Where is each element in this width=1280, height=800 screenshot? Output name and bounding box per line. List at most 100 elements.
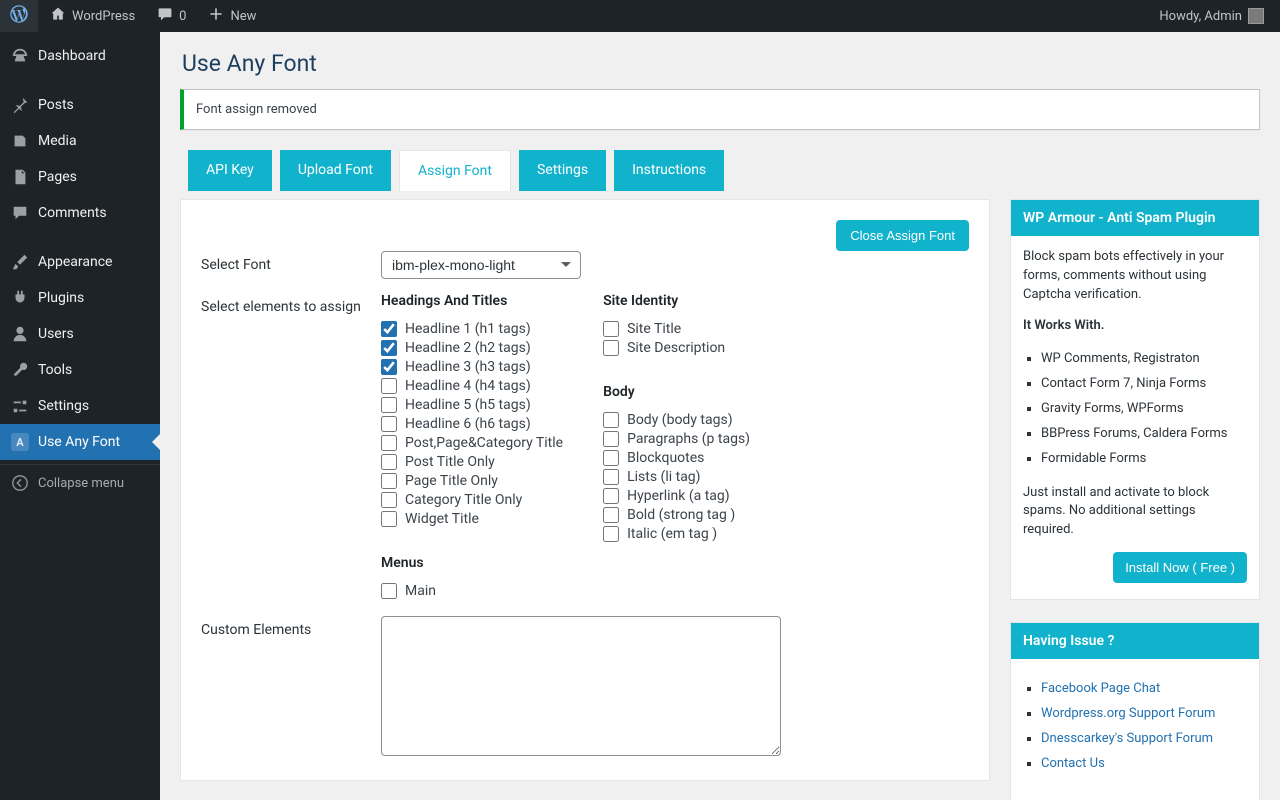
sidebar-collapse[interactable]: Collapse menu bbox=[0, 464, 160, 501]
works-with-item: Formidable Forms bbox=[1041, 447, 1247, 472]
label: Pages bbox=[38, 169, 77, 185]
label: Use Any Font bbox=[38, 434, 120, 450]
body-item[interactable]: Lists (li tag) bbox=[603, 469, 750, 485]
tab-settings[interactable]: Settings bbox=[519, 150, 606, 191]
headings-item[interactable]: Headline 2 (h2 tags) bbox=[381, 340, 563, 356]
group-title: Menus bbox=[381, 555, 563, 571]
sidebar-item-pages[interactable]: Pages bbox=[0, 159, 160, 195]
account-link[interactable]: Howdy, Admin bbox=[1159, 8, 1272, 24]
body-checkbox[interactable] bbox=[603, 412, 619, 428]
support-link[interactable]: Contact Us bbox=[1041, 756, 1105, 771]
admin-bar: WordPress 0 New Howdy, Admin bbox=[0, 0, 1280, 32]
headings-item[interactable]: Headline 3 (h3 tags) bbox=[381, 359, 563, 375]
sidebar-item-comments[interactable]: Comments bbox=[0, 195, 160, 231]
separator bbox=[0, 235, 160, 240]
body-label: Italic (em tag ) bbox=[627, 526, 717, 542]
label: Users bbox=[38, 326, 74, 342]
body-label: Blockquotes bbox=[627, 450, 704, 466]
body-checkbox[interactable] bbox=[603, 431, 619, 447]
headings-item[interactable]: Page Title Only bbox=[381, 473, 563, 489]
headings-item[interactable]: Category Title Only bbox=[381, 492, 563, 508]
body-label: Hyperlink (a tag) bbox=[627, 488, 730, 504]
sidebar-item-use-any-font[interactable]: A Use Any Font bbox=[0, 424, 160, 460]
headings-checkbox[interactable] bbox=[381, 473, 397, 489]
sidebar-item-media[interactable]: Media bbox=[0, 123, 160, 159]
support-link[interactable]: Dnesscarkey's Support Forum bbox=[1041, 731, 1213, 746]
identity-label: Site Title bbox=[627, 321, 681, 337]
sidebar-item-settings[interactable]: Settings bbox=[0, 388, 160, 424]
sidebar-item-appearance[interactable]: Appearance bbox=[0, 244, 160, 280]
tab-assign-font[interactable]: Assign Font bbox=[399, 150, 511, 191]
comments-count: 0 bbox=[179, 9, 186, 24]
headings-checkbox[interactable] bbox=[381, 454, 397, 470]
body-item[interactable]: Hyperlink (a tag) bbox=[603, 488, 750, 504]
headings-label: Headline 2 (h2 tags) bbox=[405, 340, 531, 356]
tab-api-key[interactable]: API Key bbox=[188, 150, 272, 191]
body-checkbox[interactable] bbox=[603, 469, 619, 485]
tab-instructions[interactable]: Instructions bbox=[614, 150, 724, 191]
headings-checkbox[interactable] bbox=[381, 492, 397, 508]
tab-upload-font[interactable]: Upload Font bbox=[280, 150, 391, 191]
headings-label: Headline 6 (h6 tags) bbox=[405, 416, 531, 432]
headings-checkbox[interactable] bbox=[381, 397, 397, 413]
font-select[interactable]: ibm-plex-mono-light bbox=[381, 251, 581, 279]
body-checkbox[interactable] bbox=[603, 488, 619, 504]
headings-item[interactable]: Headline 6 (h6 tags) bbox=[381, 416, 563, 432]
headings-checkbox[interactable] bbox=[381, 359, 397, 375]
identity-checkbox[interactable] bbox=[603, 340, 619, 356]
headings-item[interactable]: Post Title Only bbox=[381, 454, 563, 470]
new-label: New bbox=[230, 9, 256, 24]
support-link[interactable]: Wordpress.org Support Forum bbox=[1041, 706, 1215, 721]
plus-icon bbox=[208, 6, 224, 26]
support-link[interactable]: Facebook Page Chat bbox=[1041, 681, 1160, 696]
body-item[interactable]: Body (body tags) bbox=[603, 412, 750, 428]
sidebar-item-users[interactable]: Users bbox=[0, 316, 160, 352]
body-checkbox[interactable] bbox=[603, 526, 619, 542]
support-list-item: Facebook Page Chat bbox=[1041, 677, 1247, 702]
headings-item[interactable]: Headline 1 (h1 tags) bbox=[381, 321, 563, 337]
headings-checkbox[interactable] bbox=[381, 511, 397, 527]
sidebox-outro: Just install and activate to block spams… bbox=[1023, 484, 1247, 541]
identity-checkbox[interactable] bbox=[603, 321, 619, 337]
headings-item[interactable]: Headline 4 (h4 tags) bbox=[381, 378, 563, 394]
body-item[interactable]: Bold (strong tag ) bbox=[603, 507, 750, 523]
menus-checkbox[interactable] bbox=[381, 583, 397, 599]
sidebar-item-tools[interactable]: Tools bbox=[0, 352, 160, 388]
headings-checkbox[interactable] bbox=[381, 435, 397, 451]
body-checkbox[interactable] bbox=[603, 507, 619, 523]
body-checkbox[interactable] bbox=[603, 450, 619, 466]
sidebar-item-posts[interactable]: Posts bbox=[0, 87, 160, 123]
label: Comments bbox=[38, 205, 107, 221]
comments-link[interactable]: 0 bbox=[147, 0, 196, 32]
sidebar-item-plugins[interactable]: Plugins bbox=[0, 280, 160, 316]
body-item[interactable]: Italic (em tag ) bbox=[603, 526, 750, 542]
identity-item[interactable]: Site Title bbox=[603, 321, 750, 337]
body-label: Paragraphs (p tags) bbox=[627, 431, 750, 447]
custom-elements-textarea[interactable] bbox=[381, 616, 781, 756]
close-assign-font-button[interactable]: Close Assign Font bbox=[836, 220, 969, 251]
menus-item[interactable]: Main bbox=[381, 583, 563, 599]
font-a-icon: A bbox=[10, 432, 30, 452]
headings-checkbox[interactable] bbox=[381, 416, 397, 432]
headings-item[interactable]: Headline 5 (h5 tags) bbox=[381, 397, 563, 413]
headings-checkbox[interactable] bbox=[381, 378, 397, 394]
label: Collapse menu bbox=[38, 476, 124, 491]
new-content-link[interactable]: New bbox=[198, 0, 266, 32]
label: Settings bbox=[38, 398, 89, 414]
headings-checkbox[interactable] bbox=[381, 321, 397, 337]
sidebar-item-dashboard[interactable]: Dashboard bbox=[0, 38, 160, 74]
headings-checkbox[interactable] bbox=[381, 340, 397, 356]
headings-item[interactable]: Widget Title bbox=[381, 511, 563, 527]
custom-elements-label: Custom Elements bbox=[201, 616, 381, 760]
identity-item[interactable]: Site Description bbox=[603, 340, 750, 356]
group-title: Headings And Titles bbox=[381, 293, 563, 309]
headings-label: Headline 1 (h1 tags) bbox=[405, 321, 531, 337]
install-now-button[interactable]: Install Now ( Free ) bbox=[1113, 552, 1247, 583]
menus-label: Main bbox=[405, 583, 436, 599]
body-item[interactable]: Paragraphs (p tags) bbox=[603, 431, 750, 447]
wp-logo[interactable] bbox=[0, 0, 38, 32]
headings-item[interactable]: Post,Page&Category Title bbox=[381, 435, 563, 451]
sidebox-title: Having Issue ? bbox=[1011, 623, 1259, 659]
site-name-link[interactable]: WordPress bbox=[40, 0, 145, 32]
body-item[interactable]: Blockquotes bbox=[603, 450, 750, 466]
